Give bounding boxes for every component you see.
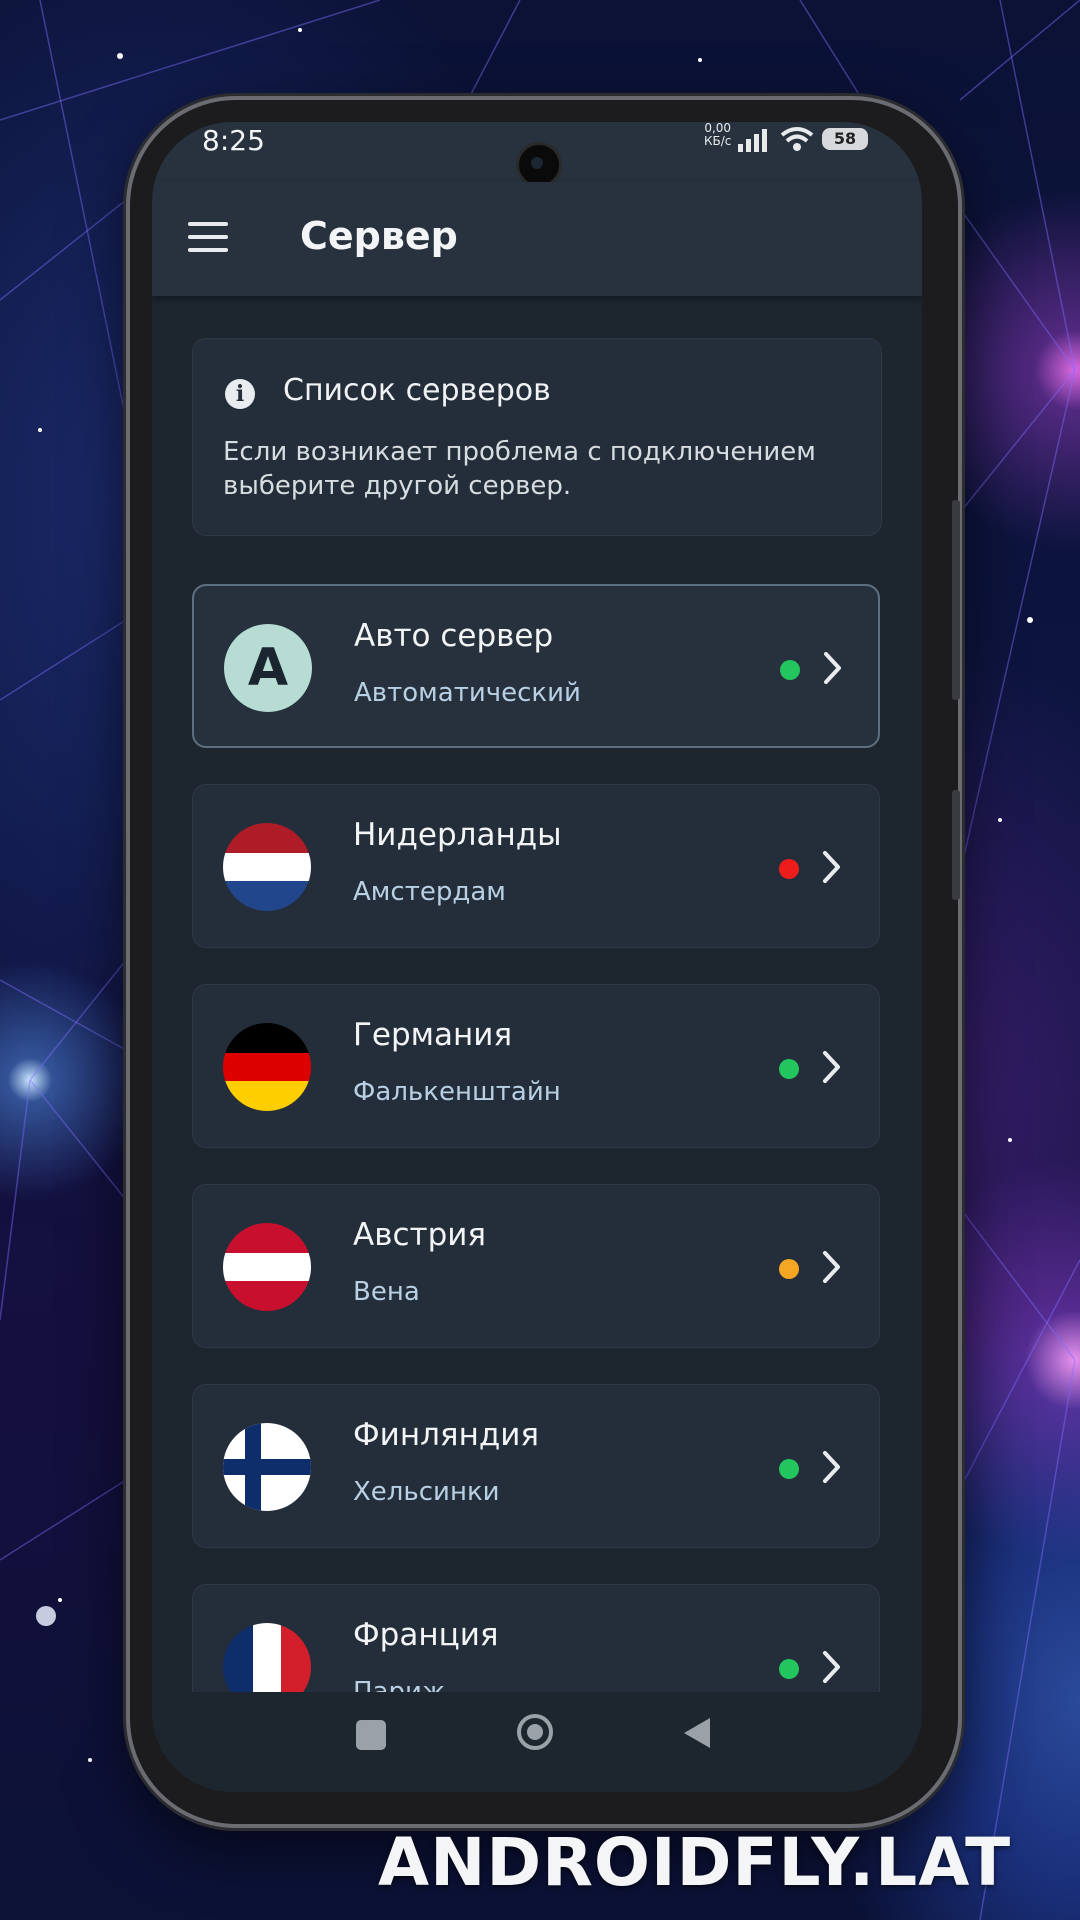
status-time: 8:25 (202, 124, 265, 157)
chevron-right-icon[interactable] (822, 650, 844, 686)
chevron-right-icon[interactable] (821, 849, 843, 885)
netherlands-flag-icon (223, 823, 311, 911)
chevron-right-icon[interactable] (821, 1249, 843, 1285)
network-speed: 0,00 КБ/с (704, 122, 731, 148)
info-card-title: Список серверов (283, 373, 551, 408)
server-item-austria[interactable]: Австрия Вена (192, 1184, 880, 1348)
recent-apps-icon[interactable] (356, 1720, 386, 1750)
home-icon[interactable] (517, 1714, 553, 1750)
chevron-right-icon[interactable] (821, 1049, 843, 1085)
server-item-auto[interactable]: A Авто сервер Автоматический (192, 584, 880, 748)
wifi-icon (780, 127, 814, 151)
hamburger-menu-icon[interactable] (188, 222, 228, 254)
finland-flag-icon (223, 1423, 311, 1511)
back-icon[interactable] (682, 1716, 712, 1750)
germany-flag-icon (223, 1023, 311, 1111)
server-city: Хельсинки (353, 1477, 500, 1507)
info-icon: i (225, 379, 255, 409)
server-city: Фалькенштайн (353, 1077, 561, 1107)
server-item-netherlands[interactable]: Нидерланды Амстердам (192, 784, 880, 948)
status-bar: 8:25 0,00 КБ/с 58 (152, 122, 922, 188)
status-dot-online (779, 1459, 799, 1479)
chevron-right-icon[interactable] (821, 1449, 843, 1485)
status-dot-online (780, 660, 800, 680)
auto-server-avatar-icon: A (224, 624, 312, 712)
signal-icon (738, 129, 767, 152)
server-list-content[interactable]: i Список серверов Если возникает проблем… (152, 296, 922, 1748)
status-dot-online (779, 1659, 799, 1679)
watermark: ANDROIDFLY.LAT (378, 1824, 1012, 1901)
phone-screen: 8:25 0,00 КБ/с 58 Сервер i Список сервер… (152, 122, 922, 1792)
network-speed-unit: КБ/с (704, 134, 732, 148)
server-name: Финляндия (353, 1417, 540, 1453)
austria-flag-icon (223, 1223, 311, 1311)
server-name: Нидерланды (353, 817, 562, 853)
server-city: Вена (353, 1277, 420, 1307)
volume-button (952, 500, 960, 700)
server-city: Автоматический (354, 678, 581, 708)
app-bar: Сервер (152, 182, 922, 296)
battery-indicator: 58 (822, 128, 868, 150)
power-button (952, 790, 960, 900)
server-city: Амстердам (353, 877, 506, 907)
info-card: i Список серверов Если возникает проблем… (192, 338, 882, 536)
status-dot-online (779, 1059, 799, 1079)
server-item-germany[interactable]: Германия Фалькенштайн (192, 984, 880, 1148)
system-navigation-bar (152, 1692, 922, 1792)
server-name: Авто сервер (354, 618, 554, 654)
status-dot-offline (779, 859, 799, 879)
chevron-right-icon[interactable] (821, 1649, 843, 1685)
server-name: Германия (353, 1017, 513, 1053)
status-dot-busy (779, 1259, 799, 1279)
server-name: Австрия (353, 1217, 487, 1253)
server-name: Франция (353, 1617, 499, 1653)
info-card-text: Если возникает проблема с подключением в… (223, 437, 816, 501)
page-title: Сервер (300, 214, 458, 258)
server-item-finland[interactable]: Финляндия Хельсинки (192, 1384, 880, 1548)
